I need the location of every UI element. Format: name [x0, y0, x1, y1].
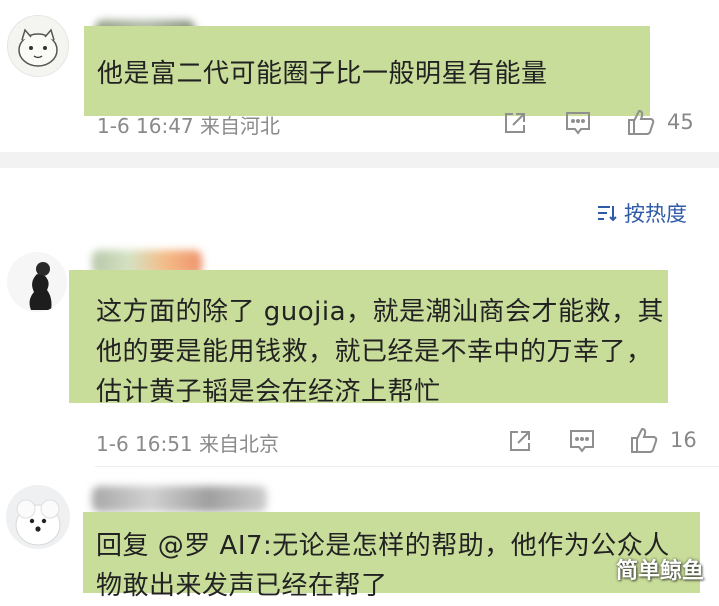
comment-text: 这方面的除了 guojia，就是潮汕商会才能救，其 他的要是能用钱救，就已经是不… — [96, 292, 664, 412]
sort-icon — [598, 206, 617, 222]
share-icon[interactable] — [502, 110, 528, 140]
comment-icon[interactable] — [564, 110, 592, 140]
comment-line: 这方面的除了 guojia，就是潮汕商会才能救，其 — [96, 297, 665, 327]
like-icon[interactable] — [626, 107, 656, 141]
avatar[interactable] — [7, 252, 67, 312]
section-divider — [0, 152, 719, 168]
username-blurred[interactable] — [92, 486, 267, 512]
white-dog-avatar-icon — [15, 499, 61, 546]
person-silhouette-avatar-icon — [29, 262, 52, 310]
comment-time: 1-6 16:47 — [97, 114, 194, 138]
share-icon[interactable] — [507, 428, 533, 458]
comment-line: 他是富二代可能圈子比一般明星有能量 — [97, 59, 548, 89]
comment-meta: 1-6 16:47 来自河北 — [97, 110, 280, 139]
comment-line: 回复 @罗 AI7:无论是怎样的帮助，他作为公众人 — [96, 531, 670, 561]
comment-meta: 1-6 16:51 来自北京 — [96, 428, 279, 457]
sort-by-hot-button[interactable]: 按热度 — [596, 198, 687, 228]
comment-line: 估计黄子韬是会在经济上帮忙 — [96, 377, 441, 407]
comment-time: 1-6 16:51 — [96, 432, 193, 456]
avatar[interactable] — [7, 15, 69, 77]
like-icon[interactable] — [629, 425, 659, 459]
comment-text: 回复 @罗 AI7:无论是怎样的帮助，他作为公众人 物敢出来发声已经在帮了 — [96, 526, 670, 606]
avatar[interactable] — [6, 485, 70, 549]
sort-label: 按热度 — [624, 202, 687, 226]
watermark-text: 简单鲸鱼 — [616, 559, 705, 584]
comment-divider — [95, 466, 719, 467]
like-count: 45 — [667, 110, 694, 134]
comment-location: 来自北京 — [199, 432, 280, 456]
comment-line: 他的要是能用钱救，就已经是不幸中的万幸了， — [96, 337, 653, 367]
comment-line: 物敢出来发声已经在帮了 — [96, 571, 388, 601]
comment-text: 他是富二代可能圈子比一般明星有能量 — [97, 54, 548, 94]
comment-icon[interactable] — [568, 428, 596, 458]
cat-face-avatar-icon — [18, 28, 58, 67]
like-count: 16 — [670, 428, 697, 452]
comment-location: 来自河北 — [200, 114, 281, 138]
